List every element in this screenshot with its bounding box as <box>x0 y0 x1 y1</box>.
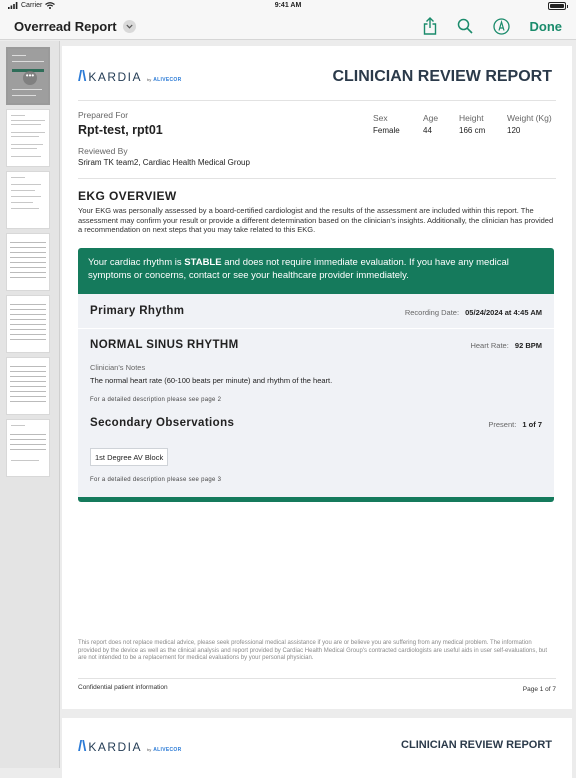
sex-label: Sex <box>373 113 388 123</box>
page-thumbnail-3[interactable] <box>6 171 50 229</box>
page-number: Page 1 of 7 <box>522 686 556 693</box>
heart-rate-label: Heart Rate: <box>470 341 509 350</box>
status-right <box>547 2 568 10</box>
recording-date-label: Recording Date: <box>404 308 460 317</box>
kardia-logo-mark: /\ <box>78 68 87 85</box>
disclaimer-text: This report does not replace medical adv… <box>78 640 548 661</box>
page-thumbnail-7[interactable] <box>6 419 50 477</box>
more-options-icon[interactable]: ••• <box>23 71 37 85</box>
status-time: 9:41 AM <box>274 2 302 9</box>
clinician-notes-text: The normal heart rate (60-100 beats per … <box>90 376 333 385</box>
kardia-logo-mark-page-2: /\ <box>78 738 87 755</box>
card-separator <box>78 328 554 329</box>
chevron-down-icon <box>125 24 133 29</box>
weight-label: Weight (Kg) <box>507 113 552 123</box>
confidential-note: Confidential patient information <box>78 684 168 691</box>
height-label: Height <box>459 113 484 123</box>
report-title-page-2: CLINICIAN REVIEW REPORT <box>401 739 552 751</box>
document-title-menu[interactable]: Overread Report <box>14 19 136 34</box>
page-thumbnail-sidebar[interactable]: ••• <box>0 41 60 768</box>
ekg-overview-text: Your EKG was personally assessed by a bo… <box>78 206 554 234</box>
search-icon[interactable] <box>457 18 473 34</box>
share-icon[interactable] <box>423 17 437 35</box>
logo-wordmark-page-2: KARDIA <box>88 740 143 754</box>
logo-wordmark: KARDIA <box>88 70 143 84</box>
done-button[interactable]: Done <box>530 19 563 34</box>
heart-rate-value: 92 BPM <box>514 341 542 350</box>
section-divider <box>78 178 556 179</box>
page-thumbnail-5[interactable] <box>6 295 50 353</box>
observation-tag: 1st Degree AV Block <box>90 448 169 466</box>
patient-name: Rpt-test, rpt01 <box>78 123 163 137</box>
title-menu-button[interactable] <box>122 20 136 33</box>
report-page-2: /\ KARDIA by ALIVECOR CLINICIAN REVIEW R… <box>62 718 572 778</box>
recording-date: Recording Date: 05/24/2024 at 4:45 AM <box>405 308 542 317</box>
report-page-1: /\ KARDIA by ALIVECOR CLINICIAN REVIEW R… <box>62 46 572 709</box>
detail-page-2-note: For a detailed description please see pa… <box>90 397 222 403</box>
status-bar: Carrier 9:41 AM <box>0 0 576 14</box>
reviewer-name: Sriram TK team2, Cardiac Health Medical … <box>78 158 250 167</box>
battery-tip <box>566 4 568 8</box>
page-thumbnail-6[interactable] <box>6 357 50 415</box>
present-count: Present: 1 of 7 <box>488 420 542 429</box>
kardia-logo-page-2: /\ KARDIA by ALIVECOR <box>78 738 182 755</box>
logo-brand: ALIVECOR <box>153 77 182 83</box>
banner-text-pre: Your cardiac rhythm is <box>88 257 185 268</box>
sex-value: Female <box>373 126 400 135</box>
document-title: Overread Report <box>14 19 117 34</box>
rhythm-card: Primary Rhythm Recording Date: 05/24/202… <box>78 294 554 502</box>
present-value: 1 of 7 <box>522 420 542 429</box>
detail-page-3-note: For a detailed description please see pa… <box>90 477 222 483</box>
age-label: Age <box>423 113 439 123</box>
reviewed-by-label: Reviewed By <box>78 146 128 156</box>
rhythm-name: NORMAL SINUS RHYTHM <box>90 339 239 351</box>
ekg-overview-heading: EKG OVERVIEW <box>78 189 177 203</box>
recording-date-value: 05/24/2024 at 4:45 AM <box>465 308 542 317</box>
primary-rhythm-heading: Primary Rhythm <box>90 305 185 317</box>
status-banner: Your cardiac rhythm is STABLE and does n… <box>78 248 554 294</box>
logo-brand-page-2: ALIVECOR <box>153 747 182 753</box>
header-divider <box>78 100 556 101</box>
footer-divider <box>78 678 556 679</box>
logo-by: by <box>147 77 152 82</box>
logo-by-page-2: by <box>147 747 152 752</box>
heart-rate: Heart Rate: 92 BPM <box>470 341 542 350</box>
battery-icon <box>547 2 566 10</box>
kardia-logo: /\ KARDIA by ALIVECOR <box>78 68 182 85</box>
page-thumbnail-1[interactable]: ••• <box>6 47 50 105</box>
prepared-for-label: Prepared For <box>78 110 129 120</box>
height-value: 166 cm <box>459 126 486 135</box>
page-thumbnail-2[interactable] <box>6 109 50 167</box>
age-value: 44 <box>423 126 432 135</box>
banner-status: STABLE <box>184 257 222 268</box>
page-thumbnail-4[interactable] <box>6 233 50 291</box>
secondary-observations-heading: Secondary Observations <box>90 417 235 429</box>
navigation-bar: Overread Report Done <box>0 14 576 40</box>
present-label: Present: <box>488 420 517 429</box>
nav-actions: Done <box>423 17 563 35</box>
weight-value: 120 <box>507 126 521 135</box>
clinician-notes-label: Clinician's Notes <box>90 363 146 372</box>
markup-icon[interactable] <box>492 17 510 35</box>
report-title: CLINICIAN REVIEW REPORT <box>332 68 552 85</box>
